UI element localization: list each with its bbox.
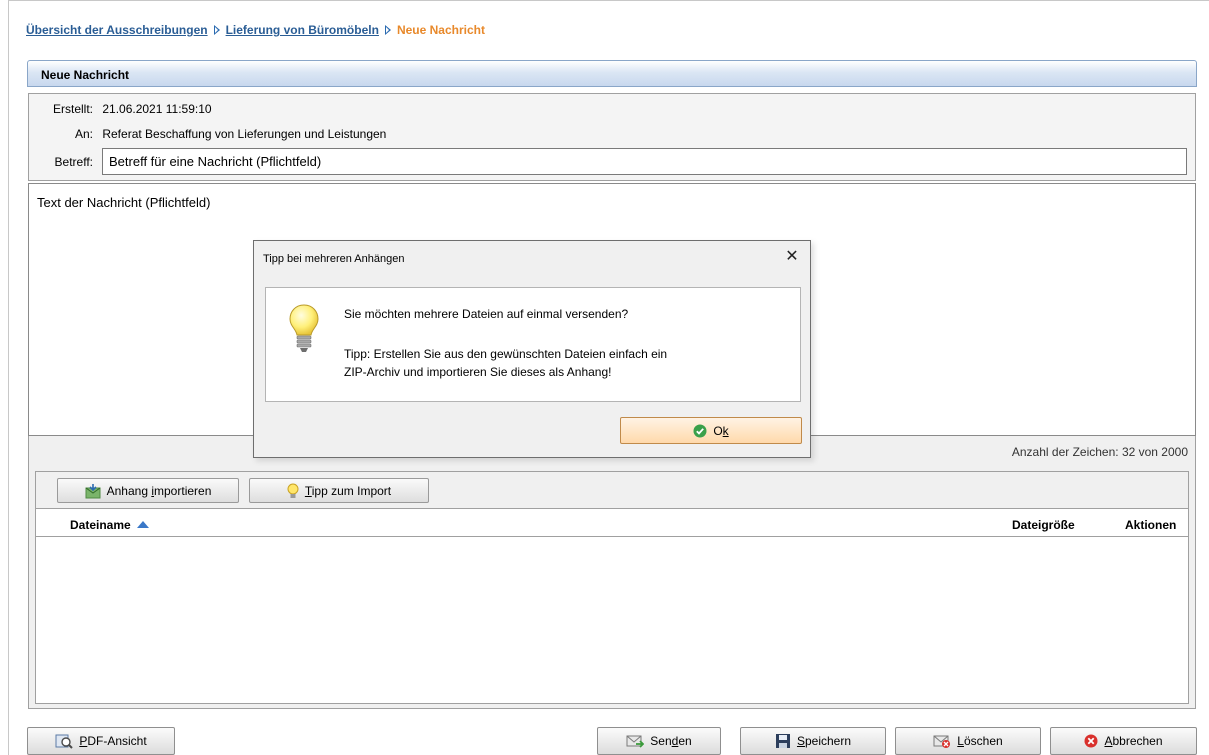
lightbulb-icon: [287, 483, 299, 498]
breadcrumb: Übersicht der Ausschreibungen Lieferung …: [26, 23, 485, 37]
tip-dialog: Tipp bei mehreren Anhängen ✕ Sie möchten…: [253, 240, 811, 458]
delete-mail-icon: [933, 735, 951, 748]
column-header-actions: Aktionen: [1125, 518, 1177, 532]
column-header-filesize[interactable]: Dateigröße: [1012, 518, 1075, 532]
subject-row: Betreff:: [27, 155, 93, 169]
subject-label: Betreff:: [54, 155, 93, 169]
attachments-grid: Anhang importieren Tipp zum Import Datei…: [35, 471, 1189, 704]
tip-import-label: Tipp zum Import: [304, 483, 392, 498]
close-icon[interactable]: ✕: [782, 247, 802, 267]
pdf-view-button[interactable]: PDF-Ansicht: [27, 727, 175, 755]
pdf-view-label: PDF-Ansicht: [79, 734, 147, 748]
checkmark-icon: [693, 424, 707, 437]
cancel-icon: [1084, 734, 1098, 748]
floppy-disk-icon: [775, 734, 790, 748]
tip-import-button[interactable]: Tipp zum Import: [249, 478, 429, 503]
delete-button[interactable]: Löschen: [895, 727, 1041, 755]
sort-ascending-icon: [136, 521, 149, 528]
message-text: Text der Nachricht (Pflichtfeld): [37, 195, 211, 210]
dialog-tip-line1: Tipp: Erstellen Sie aus den gewünschten …: [344, 347, 668, 361]
created-value: 21.06.2021 11:59:10: [102, 102, 212, 116]
import-attachment-label: Anhang importieren: [106, 483, 212, 498]
import-attachment-icon: [85, 483, 101, 498]
cancel-button[interactable]: Abbrechen: [1050, 727, 1197, 755]
send-mail-icon: [626, 735, 645, 748]
dialog-tip-line2: ZIP-Archiv und importieren Sie dieses al…: [344, 365, 612, 379]
pdf-view-icon: [55, 734, 74, 749]
save-label: Speichern: [796, 734, 852, 748]
breadcrumb-current: Neue Nachricht: [396, 23, 485, 37]
panel-title: Neue Nachricht: [27, 60, 1197, 87]
dialog-question: Sie möchten mehrere Dateien auf einmal v…: [344, 307, 629, 321]
character-counter: Anzahl der Zeichen: 32 von 2000: [1011, 445, 1188, 459]
recipient-label: An:: [74, 127, 93, 141]
cancel-label: Abbrechen: [1104, 734, 1163, 748]
breadcrumb-separator-icon: [384, 25, 391, 35]
recipient-value: Referat Beschaffung von Lieferungen und …: [102, 127, 387, 141]
created-label: Erstellt:: [52, 102, 93, 116]
created-row: Erstellt: 21.06.2021 11:59:10: [27, 102, 212, 116]
column-header-filename[interactable]: Dateiname: [70, 518, 149, 532]
ok-button[interactable]: Ok: [620, 417, 802, 444]
breadcrumb-link-tenders[interactable]: Übersicht der Ausschreibungen: [26, 23, 208, 37]
attachments-table-header: Dateiname Dateigröße Aktionen: [36, 510, 1188, 537]
attachments-toolbar: Anhang importieren Tipp zum Import: [36, 472, 1188, 509]
import-attachment-button[interactable]: Anhang importieren: [57, 478, 239, 503]
lightbulb-icon: [289, 304, 319, 352]
breadcrumb-separator-icon: [213, 25, 220, 35]
ok-label: Ok: [713, 423, 729, 438]
send-button[interactable]: Senden: [597, 727, 721, 755]
send-label: Senden: [650, 734, 692, 748]
delete-label: Löschen: [957, 734, 1003, 748]
breadcrumb-link-office-furniture[interactable]: Lieferung von Büromöbeln: [226, 23, 379, 37]
dialog-title: Tipp bei mehreren Anhängen: [263, 253, 405, 265]
attachments-section: Anhang importieren Tipp zum Import Datei…: [28, 466, 1196, 709]
save-button[interactable]: Speichern: [740, 727, 886, 755]
recipient-row: An: Referat Beschaffung von Lieferungen …: [27, 127, 386, 141]
dialog-content: Sie möchten mehrere Dateien auf einmal v…: [265, 287, 801, 402]
subject-input[interactable]: [102, 148, 1187, 175]
